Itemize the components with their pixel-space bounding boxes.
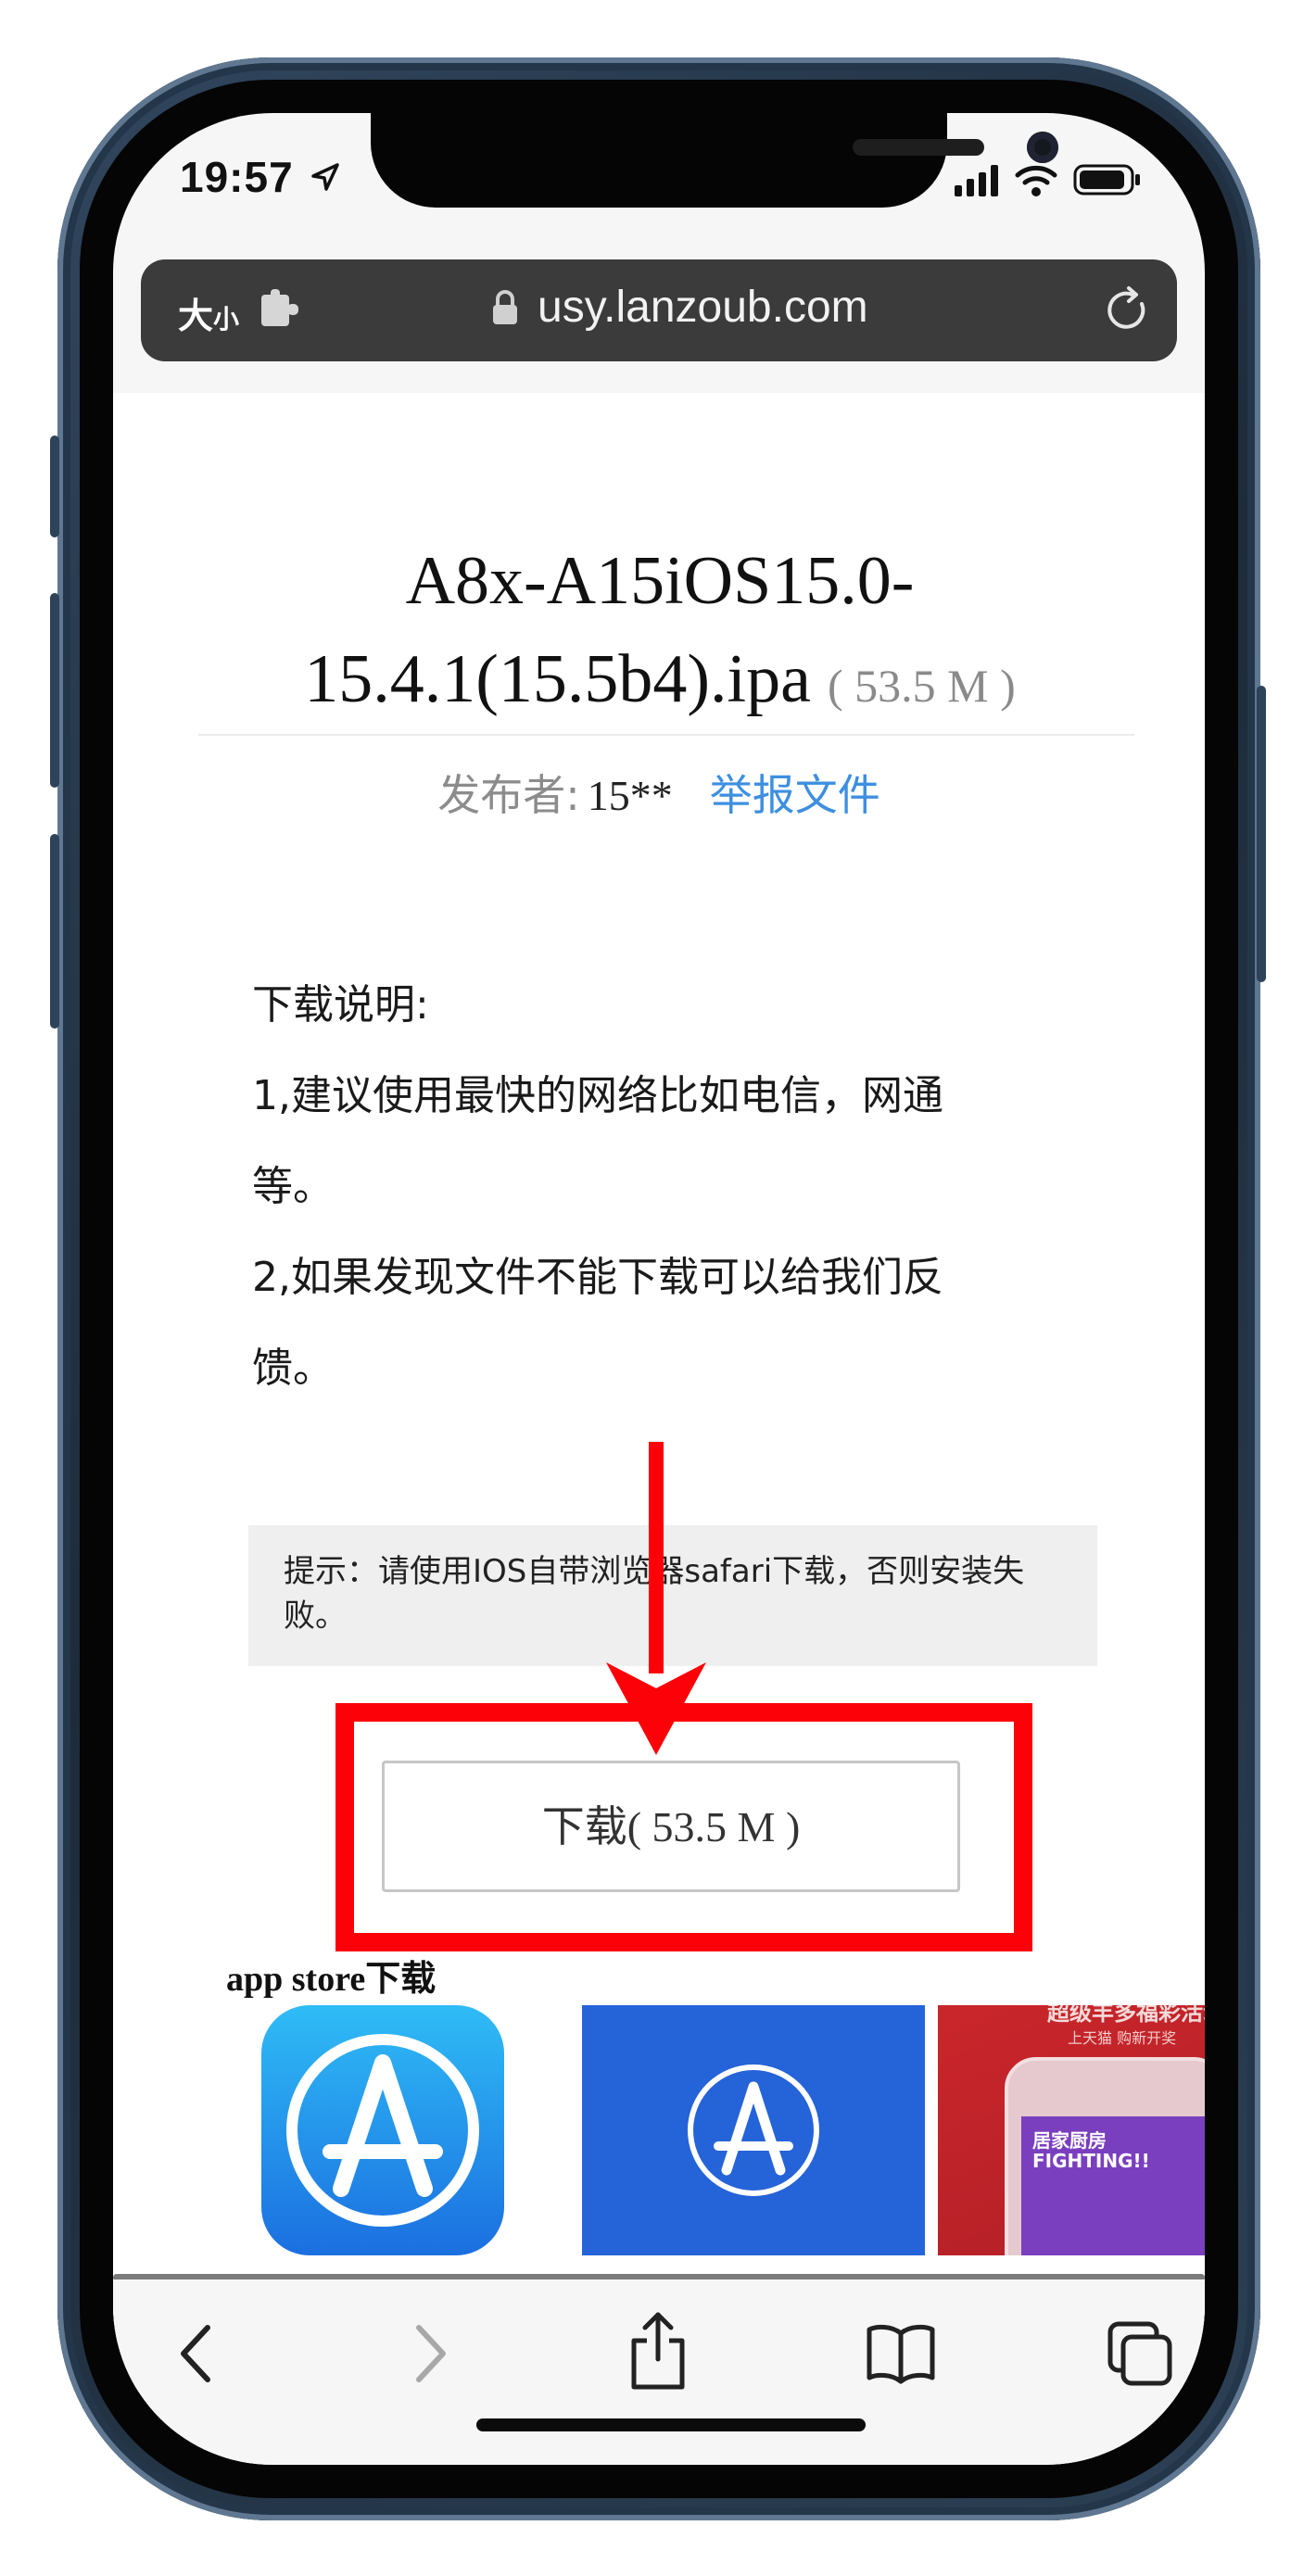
wifi-icon bbox=[1015, 165, 1057, 196]
download-instructions: 下载说明: 1,建议使用最快的网络比如电信，网通 等。 2,如果发现文件不能下载… bbox=[252, 960, 1049, 1414]
download-button-label: 下载 bbox=[541, 1801, 627, 1851]
cellular-signal-icon bbox=[955, 165, 998, 196]
instructions-line1: 1,建议使用最快的网络比如电信，网通 bbox=[252, 1072, 943, 1119]
location-arrow-icon bbox=[311, 163, 339, 191]
app-store-icon bbox=[286, 2034, 479, 2227]
front-camera bbox=[1027, 132, 1058, 163]
file-title: A8x-A15iOS15.0- 15.4.1(15.5b4).ipa ( 53.5… bbox=[187, 532, 1133, 735]
download-button-size: ( 53.5 M ) bbox=[626, 1803, 801, 1850]
app-store-icon bbox=[688, 2065, 819, 2196]
appstore-banner-thumbnail[interactable] bbox=[582, 2005, 925, 2255]
instructions-heading: 下载说明: bbox=[252, 981, 429, 1029]
instructions-line1-cont: 等。 bbox=[252, 1163, 334, 1210]
volume-up-button bbox=[50, 593, 59, 788]
battery-icon bbox=[1073, 164, 1140, 196]
appstore-icon-thumbnail[interactable] bbox=[261, 2005, 504, 2255]
text-size-big-label: 大 bbox=[178, 296, 214, 336]
promo-ad-thumbnail[interactable]: 超级丰多福彩活动 上天猫 购新开奖 居家厨房 FIGHTING!! bbox=[938, 2005, 1205, 2255]
home-indicator bbox=[476, 2418, 866, 2431]
forward-chevron-icon[interactable] bbox=[391, 2317, 465, 2391]
url-bar[interactable]: 大小 usy.lanzoub.com bbox=[141, 259, 1177, 361]
download-button[interactable]: 下载( 53.5 M ) bbox=[382, 1761, 960, 1892]
share-icon[interactable] bbox=[621, 2309, 695, 2393]
promo-screen-title: FIGHTING!! bbox=[1032, 2150, 1150, 2172]
file-title-line1: A8x-A15iOS15.0- bbox=[405, 543, 915, 619]
title-divider bbox=[198, 734, 1134, 736]
publisher-value: 15** bbox=[587, 772, 673, 819]
promo-sub-text: 上天猫 购新开奖 bbox=[1068, 2029, 1177, 2047]
status-time: 19:57 bbox=[180, 153, 294, 201]
instructions-line2-cont: 馈。 bbox=[252, 1345, 334, 1392]
back-chevron-icon[interactable] bbox=[161, 2317, 235, 2391]
phone-screen: 19:57 大小 usy.lanzoub.com A8x-A15iOS15.0-… bbox=[113, 113, 1205, 2465]
publisher-line: 发布者: 15** 举报文件 bbox=[113, 762, 1205, 823]
red-arrow-annotation bbox=[606, 1442, 706, 1755]
promo-banner-text: 超级丰多福彩活动 bbox=[1047, 2005, 1205, 2026]
speaker-grille bbox=[853, 139, 984, 156]
file-title-line2-wrap: 15.4.1(15.5b4).ipa ( 53.5 M ) bbox=[187, 630, 1133, 735]
promo-phone-mockup: 居家厨房 FIGHTING!! bbox=[1005, 2057, 1205, 2255]
publisher-label: 发布者: bbox=[437, 770, 580, 820]
file-size-label: ( 53.5 M ) bbox=[827, 660, 1016, 712]
reload-icon[interactable] bbox=[1105, 285, 1151, 334]
file-title-line2: 15.4.1(15.5b4).ipa bbox=[304, 641, 811, 717]
volume-down-button bbox=[50, 834, 59, 1029]
web-page-content: A8x-A15iOS15.0- 15.4.1(15.5b4).ipa ( 53.5… bbox=[113, 393, 1205, 2393]
status-icons bbox=[955, 163, 1142, 196]
tabs-icon[interactable] bbox=[1103, 2317, 1177, 2391]
promo-screen-sub: 居家厨房 bbox=[1032, 2129, 1107, 2152]
text-size-small-label: 小 bbox=[213, 304, 240, 335]
text-size-button[interactable]: 大小 bbox=[178, 287, 239, 338]
instructions-line2: 2,如果发现文件不能下载可以给我们反 bbox=[252, 1254, 943, 1301]
extension-puzzle-icon[interactable] bbox=[259, 289, 304, 330]
action-button bbox=[50, 436, 59, 537]
report-file-link[interactable]: 举报文件 bbox=[710, 770, 880, 820]
lock-icon bbox=[493, 290, 517, 324]
url-domain[interactable]: usy.lanzoub.com bbox=[538, 282, 868, 333]
promo-phone-screen: 居家厨房 FIGHTING!! bbox=[1021, 2116, 1205, 2255]
notch bbox=[371, 113, 1058, 208]
power-button bbox=[1257, 686, 1266, 982]
bookmarks-book-icon[interactable] bbox=[864, 2317, 938, 2391]
appstore-heading: app store下载 bbox=[226, 1960, 437, 1999]
safari-toolbar bbox=[113, 2279, 1205, 2465]
